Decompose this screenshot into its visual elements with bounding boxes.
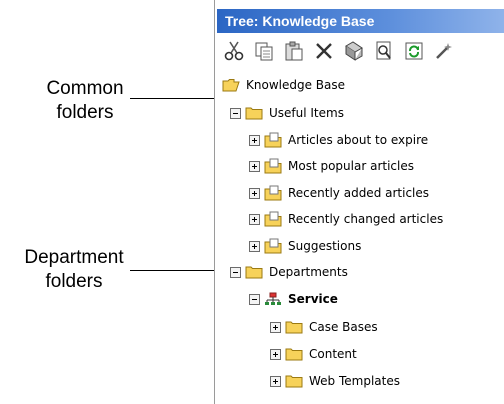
panel-title: Tree: Knowledge Base [217,9,504,33]
tree-label-useful-items: Useful Items [269,106,344,120]
toolbar [217,36,504,66]
delete-icon[interactable] [311,38,337,64]
article-folder-icon [264,238,282,254]
expand-icon[interactable] [270,375,281,387]
article-folder-icon [264,132,282,148]
properties-icon[interactable] [341,38,367,64]
folder-open-icon [222,77,240,93]
annotation-department-line2: folders [45,271,103,292]
refresh-icon[interactable] [401,38,427,64]
article-folder-icon [264,211,282,227]
tree-label: Content [309,347,357,361]
expand-icon[interactable] [249,134,260,146]
expand-icon[interactable] [270,348,281,360]
search-icon[interactable] [371,38,397,64]
expand-icon[interactable] [270,321,281,333]
tree-label: Articles about to expire [288,133,429,147]
cut-icon[interactable] [221,38,247,64]
expand-icon[interactable] [249,240,260,252]
org-chart-icon [264,291,282,307]
tree-label-departments: Departments [269,265,348,279]
article-folder-icon [264,158,282,174]
expand-icon[interactable] [249,213,260,225]
tree-node-most-popular-articles[interactable]: Most popular articles [249,156,414,176]
annotation-department-folders: Department folders [6,246,142,294]
tree-label: Most popular articles [288,159,414,173]
tree-label: Recently added articles [288,186,430,200]
tree-node-case-bases[interactable]: Case Bases [270,317,378,337]
folder-icon [285,319,303,335]
annotation-common-line2: folders [56,102,114,123]
tree-label: Web Templates [309,374,400,388]
tree-label-service: Service [288,292,338,306]
folder-icon [245,264,263,280]
folder-icon [285,346,303,362]
collapse-icon[interactable] [249,293,260,305]
tree-node-service[interactable]: Service [249,289,338,309]
tree-label: Case Bases [309,320,378,334]
annotation-common-line1: Common [46,78,124,99]
copy-icon[interactable] [251,38,277,64]
wizard-icon[interactable] [431,38,457,64]
folder-icon [245,105,263,121]
tree-node-knowledge-base[interactable]: Knowledge Base [222,75,345,95]
tree-label: Suggestions [288,239,362,253]
tree-node-articles-about-to-expire[interactable]: Articles about to expire [249,130,428,150]
article-folder-icon [264,185,282,201]
tree-label-knowledge-base: Knowledge Base [246,78,345,92]
expand-icon[interactable] [249,187,260,199]
annotation-common-folders: Common folders [30,77,140,125]
tree-label: Recently changed articles [288,212,444,226]
folder-icon [285,373,303,389]
tree-node-recently-changed-articles[interactable]: Recently changed articles [249,209,443,229]
expand-icon[interactable] [249,160,260,172]
annotation-department-line1: Department [24,247,124,268]
tree-node-recently-added-articles[interactable]: Recently added articles [249,183,429,203]
tree-node-departments[interactable]: Departments [230,262,348,282]
tree-node-web-templates[interactable]: Web Templates [270,371,400,391]
paste-icon[interactable] [281,38,307,64]
collapse-icon[interactable] [230,107,241,119]
collapse-icon[interactable] [230,266,241,278]
tree-node-suggestions[interactable]: Suggestions [249,236,361,256]
tree-node-useful-items[interactable]: Useful Items [230,103,344,123]
tree-node-content[interactable]: Content [270,344,357,364]
